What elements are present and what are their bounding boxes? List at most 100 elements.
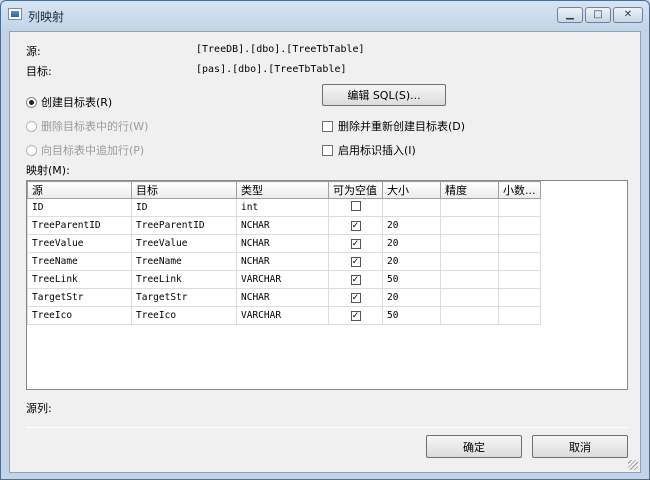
close-button[interactable]: ✕: [613, 7, 643, 23]
cell-source[interactable]: TreeIco: [27, 306, 132, 325]
close-icon: ✕: [623, 9, 633, 20]
target-value: [pas].[dbo].[TreeTbTable]: [196, 64, 347, 75]
cell-type[interactable]: NCHAR: [236, 216, 329, 235]
table-row[interactable]: TreeParentID TreeParentID NCHAR ✓ 20: [27, 216, 541, 235]
cell-precision[interactable]: [440, 216, 499, 235]
cell-target[interactable]: TreeIco: [131, 306, 237, 325]
column-header[interactable]: 类型: [236, 181, 329, 199]
cell-scale[interactable]: [498, 216, 541, 235]
divider: [26, 427, 628, 428]
checkbox-checked-icon[interactable]: ✓: [350, 275, 361, 285]
cell-nullable[interactable]: ✓: [328, 216, 383, 235]
cell-size[interactable]: 20: [382, 234, 441, 253]
radio-checked-icon: [26, 97, 37, 108]
cell-type[interactable]: NCHAR: [236, 252, 329, 271]
cell-precision[interactable]: [440, 270, 499, 289]
column-header[interactable]: 目标: [131, 181, 237, 199]
cell-size[interactable]: 20: [382, 252, 441, 271]
table-row[interactable]: TreeValue TreeValue NCHAR ✓ 20: [27, 234, 541, 253]
drop-recreate-checkbox[interactable]: 删除并重新创建目标表(D): [322, 118, 465, 134]
cell-target[interactable]: TreeLink: [131, 270, 237, 289]
cell-type[interactable]: int: [236, 198, 329, 217]
cell-precision[interactable]: [440, 252, 499, 271]
cell-type[interactable]: NCHAR: [236, 288, 329, 307]
checkbox-checked-icon[interactable]: ✓: [350, 221, 361, 231]
cell-target[interactable]: ID: [131, 198, 237, 217]
delete-rows-radio[interactable]: 删除目标表中的行(W): [26, 118, 148, 134]
mapping-grid[interactable]: 源目标 类型 可为空值 大小 精度 小数... ID ID int TreeParentID Tr…: [26, 180, 628, 390]
cell-size[interactable]: [382, 198, 441, 217]
table-row[interactable]: ID ID int: [27, 198, 541, 217]
identity-insert-checkbox[interactable]: 启用标识插入(I): [322, 142, 416, 158]
cell-type[interactable]: VARCHAR: [236, 270, 329, 289]
table-row[interactable]: TreeName TreeName NCHAR ✓ 20: [27, 252, 541, 271]
cell-size[interactable]: 20: [382, 216, 441, 235]
checkbox-checked-icon[interactable]: ✓: [350, 293, 361, 303]
cell-nullable[interactable]: ✓: [328, 288, 383, 307]
column-header[interactable]: 小数...: [498, 181, 541, 199]
cell-type[interactable]: NCHAR: [236, 234, 329, 253]
cell-source[interactable]: TreeName: [27, 252, 132, 271]
maximize-button[interactable]: □: [585, 7, 611, 23]
mapping-table: 源目标 类型 可为空值 大小 精度 小数... ID ID int TreeParentID Tr…: [27, 181, 541, 325]
resize-grip[interactable]: [628, 460, 638, 470]
maximize-icon: □: [593, 9, 603, 20]
cell-type[interactable]: VARCHAR: [236, 306, 329, 325]
checkbox-checked-icon[interactable]: ✓: [350, 239, 361, 249]
table-row[interactable]: TreeIco TreeIco VARCHAR ✓ 50: [27, 306, 541, 325]
cell-target[interactable]: TreeName: [131, 252, 237, 271]
cell-size[interactable]: 50: [382, 270, 441, 289]
column-header[interactable]: 精度: [440, 181, 499, 199]
column-header[interactable]: 可为空值: [328, 181, 383, 199]
append-rows-radio[interactable]: 向目标表中追加行(P): [26, 142, 144, 158]
radio-icon: [26, 145, 37, 156]
cell-precision[interactable]: [440, 288, 499, 307]
cell-nullable[interactable]: ✓: [328, 252, 383, 271]
window-icon: [8, 8, 22, 20]
cell-scale[interactable]: [498, 270, 541, 289]
source-label: 源:: [26, 45, 41, 58]
cell-nullable[interactable]: [328, 198, 383, 217]
table-row[interactable]: TreeLink TreeLink VARCHAR ✓ 50: [27, 270, 541, 289]
checkbox-icon: [322, 145, 333, 156]
ok-button[interactable]: 确定: [426, 435, 522, 458]
cell-source[interactable]: TreeValue: [27, 234, 132, 253]
cell-target[interactable]: TreeParentID: [131, 216, 237, 235]
cell-target[interactable]: TreeValue: [131, 234, 237, 253]
cell-size[interactable]: 50: [382, 306, 441, 325]
cell-source[interactable]: TargetStr: [27, 288, 132, 307]
cell-source[interactable]: ID: [27, 198, 132, 217]
cell-scale[interactable]: [498, 288, 541, 307]
cell-precision[interactable]: [440, 198, 499, 217]
target-label: 目标:: [26, 65, 52, 78]
cell-size[interactable]: 20: [382, 288, 441, 307]
checkbox-icon[interactable]: [350, 201, 361, 211]
edit-sql-button[interactable]: 编辑 SQL(S)...: [322, 84, 446, 106]
radio-icon: [26, 121, 37, 132]
append-rows-label: 向目标表中追加行(P): [41, 144, 145, 157]
cell-scale[interactable]: [498, 252, 541, 271]
dialog-window: 列映射 ▁ □ ✕ 源: [TreeDB].[dbo].[TreeTbTable…: [0, 0, 650, 480]
table-row[interactable]: TargetStr TargetStr NCHAR ✓ 20: [27, 288, 541, 307]
cell-scale[interactable]: [498, 198, 541, 217]
cancel-button[interactable]: 取消: [532, 435, 628, 458]
delete-rows-label: 删除目标表中的行(W): [41, 120, 149, 133]
title-bar[interactable]: 列映射 ▁ □ ✕: [1, 1, 649, 31]
column-header[interactable]: 大小: [382, 181, 441, 199]
column-header[interactable]: 源: [27, 181, 132, 199]
minimize-button[interactable]: ▁: [557, 7, 583, 23]
cell-source[interactable]: TreeParentID: [27, 216, 132, 235]
checkbox-checked-icon[interactable]: ✓: [350, 257, 361, 267]
cell-nullable[interactable]: ✓: [328, 306, 383, 325]
cell-nullable[interactable]: ✓: [328, 234, 383, 253]
cell-scale[interactable]: [498, 234, 541, 253]
cell-source[interactable]: TreeLink: [27, 270, 132, 289]
cell-precision[interactable]: [440, 306, 499, 325]
cell-nullable[interactable]: ✓: [328, 270, 383, 289]
window-title: 列映射: [28, 10, 65, 24]
cell-scale[interactable]: [498, 306, 541, 325]
cell-target[interactable]: TargetStr: [131, 288, 237, 307]
cell-precision[interactable]: [440, 234, 499, 253]
checkbox-checked-icon[interactable]: ✓: [350, 311, 361, 321]
create-table-radio[interactable]: 创建目标表(R): [26, 94, 112, 110]
